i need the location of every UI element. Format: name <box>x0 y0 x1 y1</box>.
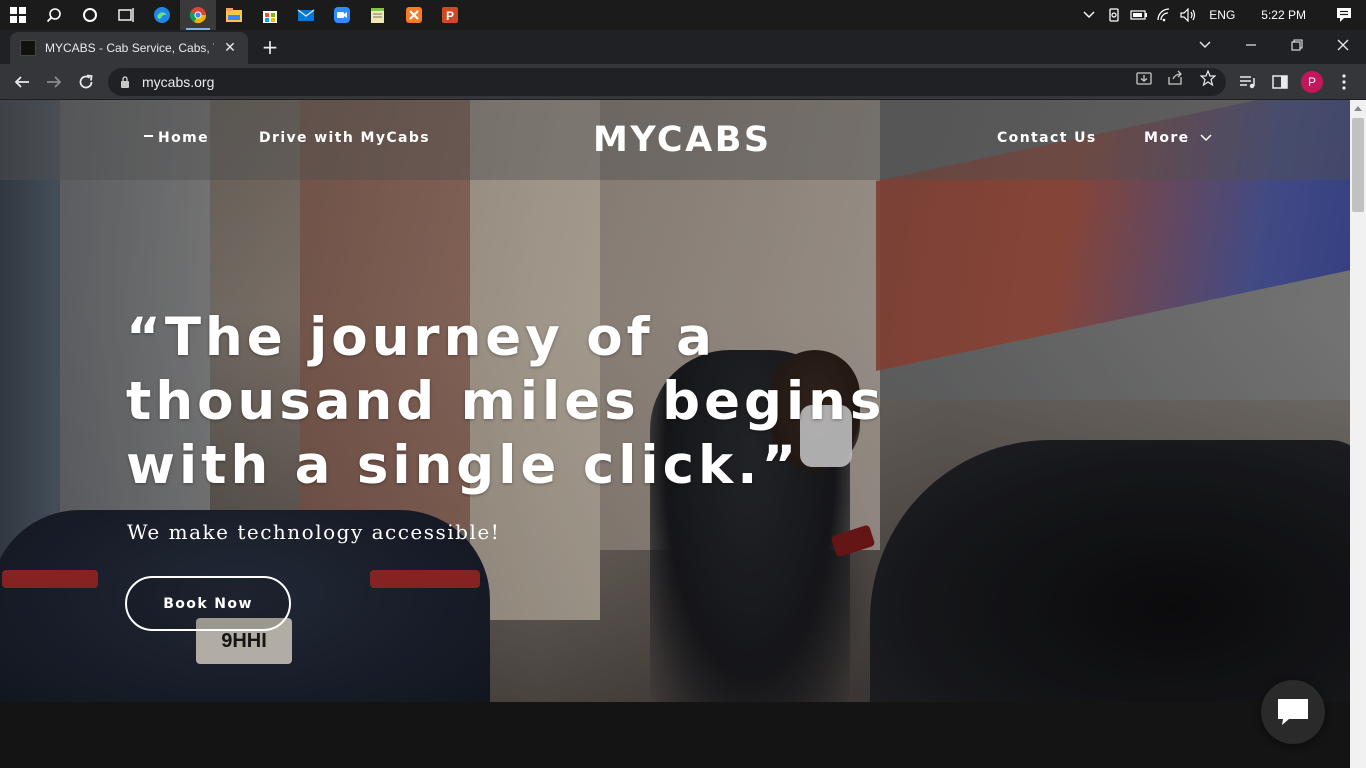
nav-home-label: Home <box>158 130 210 146</box>
svg-text:P: P <box>446 9 454 23</box>
chevron-down-icon <box>1200 134 1212 142</box>
nav-drive-with-mycabs[interactable]: Drive with MyCabs <box>259 130 430 146</box>
search-icon[interactable] <box>36 0 72 30</box>
file-explorer-icon[interactable] <box>216 0 252 30</box>
wifi-icon[interactable] <box>1151 8 1176 22</box>
close-tab-icon[interactable]: ✕ <box>222 40 238 56</box>
install-app-icon[interactable] <box>1134 70 1154 86</box>
forward-icon[interactable] <box>40 68 68 96</box>
back-icon[interactable] <box>8 68 36 96</box>
nav-more[interactable]: More <box>1144 130 1212 146</box>
tab-title: MYCABS - Cab Service, Cabs, Taxi <box>45 41 214 55</box>
chat-bubble-icon <box>1278 699 1308 725</box>
address-bar[interactable]: mycabs.org <box>108 68 1226 96</box>
chrome-icon[interactable] <box>180 0 216 30</box>
bookmark-star-icon[interactable] <box>1198 70 1218 86</box>
store-icon[interactable] <box>252 0 288 30</box>
chat-widget-button[interactable] <box>1261 680 1325 744</box>
edge-icon[interactable] <box>144 0 180 30</box>
cortana-icon[interactable] <box>72 0 108 30</box>
lock-icon[interactable] <box>120 76 130 88</box>
share-icon[interactable] <box>1166 70 1186 86</box>
task-view-icon[interactable] <box>108 0 144 30</box>
scrollbar-thumb[interactable] <box>1352 118 1364 212</box>
windows-taskbar: P ENG 5:22 PM <box>0 0 1366 30</box>
powerpoint-icon[interactable]: P <box>432 0 468 30</box>
nav-more-label: More <box>1144 130 1190 146</box>
page-scrollbar[interactable] <box>1350 100 1366 768</box>
site-logo[interactable]: MYCABS <box>593 120 772 160</box>
zoom-icon[interactable] <box>324 0 360 30</box>
new-tab-button[interactable]: + <box>258 35 282 59</box>
meet-now-icon[interactable] <box>1101 8 1126 22</box>
book-now-button[interactable]: Book Now <box>125 576 291 631</box>
minimize-button[interactable] <box>1228 30 1274 60</box>
notification-icon[interactable] <box>1322 7 1366 23</box>
side-panel-icon[interactable] <box>1270 64 1290 100</box>
page-viewport: 9HHI Home Drive with MyCabs MYCABS Conta… <box>0 100 1350 768</box>
browser-toolbar: mycabs.org <box>0 64 1366 100</box>
browser-tab[interactable]: MYCABS - Cab Service, Cabs, Taxi ✕ <box>10 32 248 64</box>
clock[interactable]: 5:22 PM <box>1247 8 1322 22</box>
restore-button[interactable] <box>1274 30 1320 60</box>
xampp-icon[interactable] <box>396 0 432 30</box>
battery-icon[interactable] <box>1126 10 1151 20</box>
profile-avatar[interactable]: P <box>1301 71 1323 93</box>
url-text: mycabs.org <box>142 74 215 90</box>
hero-subtitle: We make technology accessible! <box>127 520 501 544</box>
volume-icon[interactable] <box>1176 8 1201 22</box>
hero-headline: “The journey of a thousand miles begins … <box>126 307 886 496</box>
notepad-icon[interactable] <box>360 0 396 30</box>
browser-tab-strip: MYCABS - Cab Service, Cabs, Taxi ✕ + <box>0 30 1366 64</box>
close-window-button[interactable] <box>1320 30 1366 60</box>
reload-icon[interactable] <box>72 68 100 96</box>
chrome-menu-icon[interactable] <box>1334 64 1354 100</box>
site-favicon-icon <box>20 40 36 56</box>
nav-contact-us[interactable]: Contact Us <box>997 130 1097 146</box>
windows-start-icon[interactable] <box>0 0 36 30</box>
language-indicator[interactable]: ENG <box>1201 8 1247 22</box>
site-header: Home Drive with MyCabs MYCABS Contact Us… <box>0 100 1350 180</box>
system-tray: ENG 5:22 PM <box>1076 0 1366 30</box>
scroll-up-arrow-icon[interactable] <box>1350 100 1366 116</box>
next-section <box>0 702 1350 768</box>
nav-home[interactable]: Home <box>144 130 209 146</box>
active-indicator <box>144 135 153 137</box>
tab-search-icon[interactable] <box>1182 30 1228 60</box>
chevron-up-icon[interactable] <box>1076 11 1101 19</box>
media-control-icon[interactable] <box>1238 64 1258 100</box>
mail-icon[interactable] <box>288 0 324 30</box>
